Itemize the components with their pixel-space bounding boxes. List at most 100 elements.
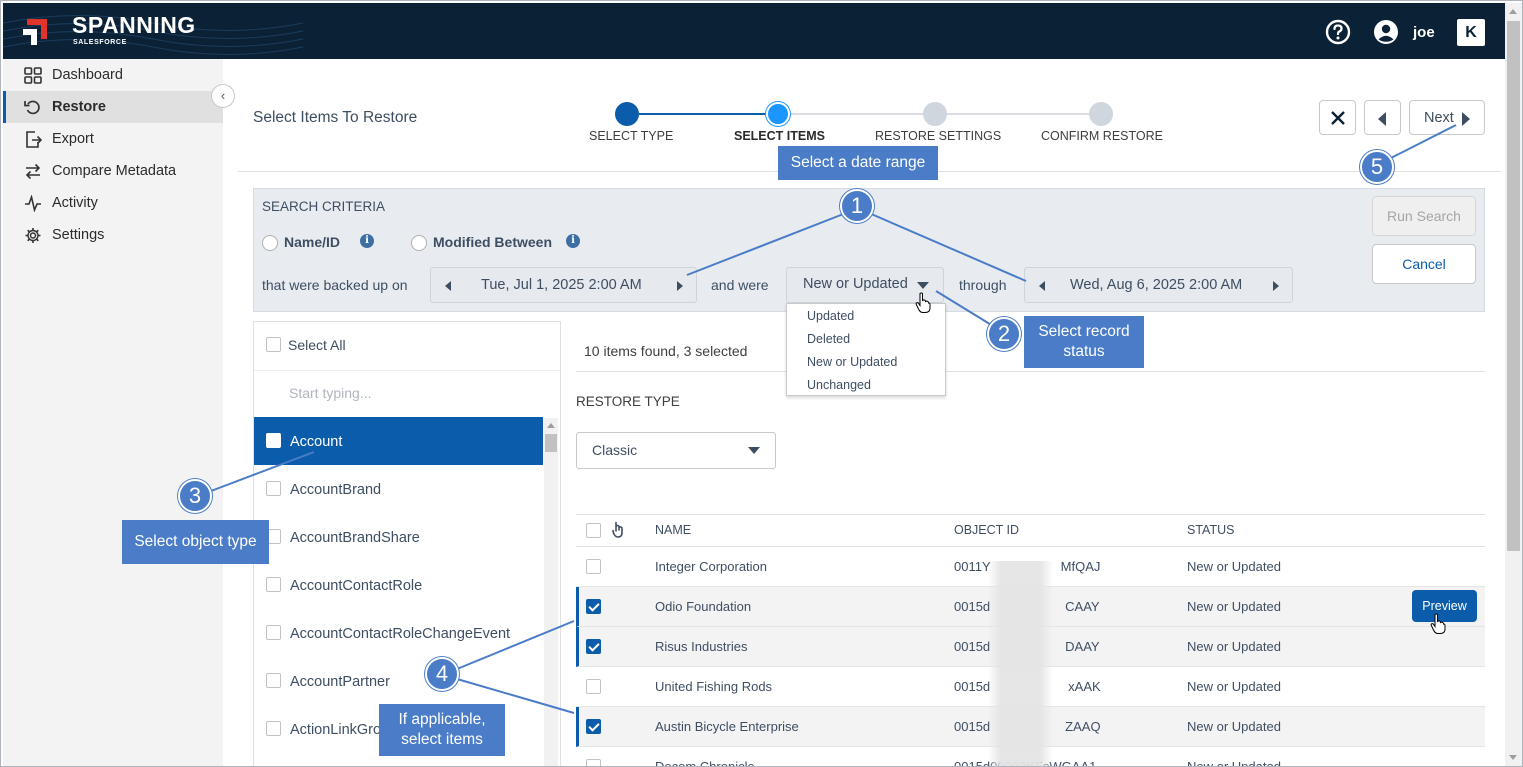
row-checkbox[interactable] [586, 639, 601, 654]
row-checkbox[interactable] [586, 599, 601, 614]
user-avatar-icon[interactable] [1374, 20, 1398, 44]
backup-date-picker[interactable]: Tue, Jul 1, 2025 2:00 AM [430, 267, 697, 303]
row-name: Odio Foundation [655, 599, 752, 614]
object-checkbox[interactable] [266, 625, 281, 640]
chevron-right-icon [1462, 112, 1470, 126]
object-label: AccountBrand [290, 482, 382, 498]
sidebar-item-settings[interactable]: Settings [3, 219, 223, 251]
object-label: ActionLinkGro [290, 722, 382, 738]
next-button[interactable]: Next [1409, 100, 1485, 135]
scroll-up-arrow-icon[interactable] [1509, 9, 1517, 14]
backed-up-label: that were backed up on [262, 277, 408, 293]
select-all-label: Select All [288, 337, 346, 353]
object-item[interactable]: AccountPartner [254, 657, 543, 705]
row-name: Decem Chronicle [655, 759, 755, 767]
export-icon [26, 131, 42, 148]
help-icon[interactable] [1325, 19, 1351, 45]
status-option-deleted[interactable]: Deleted [807, 332, 850, 346]
callout-object-type: Select object type [122, 520, 269, 564]
prev-date-icon[interactable] [445, 281, 451, 291]
restore-type-label: RESTORE TYPE [576, 394, 680, 409]
sidebar-item-label: Activity [52, 195, 98, 211]
modified-between-radio[interactable] [411, 235, 427, 251]
object-checkbox[interactable] [266, 577, 281, 592]
object-checkbox[interactable] [266, 481, 281, 496]
row-name: United Fishing Rods [655, 679, 773, 694]
scrollbar-thumb[interactable] [1507, 21, 1520, 551]
object-label: AccountBrandShare [290, 530, 420, 546]
object-list-scrollbar[interactable] [544, 418, 558, 766]
run-search-button[interactable]: Run Search [1372, 196, 1476, 236]
row-checkbox[interactable] [586, 759, 601, 766]
backup-date-value: Tue, Jul 1, 2025 2:00 AM [481, 277, 642, 293]
scroll-up-arrow-icon[interactable] [547, 423, 555, 428]
column-header-object-id[interactable]: OBJECT ID [954, 523, 1019, 537]
object-item-account[interactable]: Account [254, 417, 543, 465]
caret-down-icon [748, 447, 760, 454]
object-checkbox[interactable] [266, 721, 281, 736]
touch-icon [612, 521, 623, 538]
close-button[interactable] [1319, 100, 1356, 135]
status-option-unchanged[interactable]: Unchanged [807, 378, 871, 392]
row-name: Integer Corporation [655, 559, 768, 574]
pulse-icon [25, 195, 41, 212]
object-item[interactable]: AccountContactRole [254, 561, 543, 609]
step-badge-3: 3 [178, 479, 212, 513]
step-dot-complete [615, 102, 639, 126]
name-id-radio[interactable] [262, 235, 278, 251]
row-name: Risus Industries [655, 639, 748, 654]
cancel-button[interactable]: Cancel [1372, 244, 1476, 284]
back-button[interactable] [1364, 100, 1401, 135]
sidebar-item-export[interactable]: Export [3, 123, 223, 155]
grid-icon [24, 67, 42, 84]
select-all-checkbox[interactable] [266, 337, 281, 352]
object-checkbox[interactable] [266, 433, 281, 448]
step-label-select-items: SELECT ITEMS [734, 129, 825, 143]
object-item[interactable]: AccountBrand [254, 465, 543, 513]
end-date-picker[interactable]: Wed, Aug 6, 2025 2:00 AM [1024, 267, 1293, 303]
page-scrollbar[interactable] [1505, 3, 1522, 766]
sidebar-item-activity[interactable]: Activity [3, 187, 223, 219]
next-date-icon[interactable] [677, 281, 683, 291]
sidebar: Dashboard Restore Export Compare Metadat… [3, 59, 223, 766]
row-checkbox[interactable] [586, 679, 601, 694]
scrollbar-thumb[interactable] [545, 434, 557, 452]
row-name: Austin Bicycle Enterprise [655, 719, 799, 734]
spanning-logo-icon[interactable] [21, 17, 49, 47]
compare-arrows-icon [25, 163, 41, 180]
info-icon[interactable]: i [360, 234, 374, 248]
info-icon[interactable]: i [566, 234, 580, 248]
object-item[interactable]: AccountContactRoleChangeEvent [254, 609, 543, 657]
object-item[interactable]: AccountBrandShare [254, 513, 543, 561]
object-checkbox[interactable] [266, 673, 281, 688]
divider [576, 371, 1485, 372]
object-search-input[interactable]: Start typing... [289, 385, 371, 401]
row-checkbox[interactable] [586, 719, 601, 734]
sidebar-item-compare-metadata[interactable]: Compare Metadata [3, 155, 223, 187]
status-option-updated[interactable]: Updated [807, 309, 854, 323]
page-title: Select Items To Restore [253, 109, 418, 126]
scroll-down-arrow-icon[interactable] [1509, 755, 1517, 760]
search-criteria-title: SEARCH CRITERIA [262, 199, 386, 214]
sidebar-item-dashboard[interactable]: Dashboard [3, 59, 223, 91]
divider [254, 370, 560, 371]
row-checkbox[interactable] [586, 559, 601, 574]
sidebar-item-label: Settings [52, 227, 105, 243]
prev-date-icon[interactable] [1039, 281, 1045, 291]
sidebar-item-label: Export [52, 131, 94, 147]
vendor-logo[interactable]: K [1457, 19, 1485, 46]
app-window: SPANNING SALESFORCE joe K Dashboard Rest… [0, 0, 1523, 767]
restore-type-select[interactable]: Classic [576, 432, 776, 469]
status-option-new-or-updated[interactable]: New or Updated [807, 355, 897, 369]
and-were-label: and were [711, 277, 769, 293]
row-status: New or Updated [1187, 679, 1281, 694]
row-status: New or Updated [1187, 759, 1281, 767]
column-header-name[interactable]: NAME [655, 523, 691, 537]
username[interactable]: joe [1413, 24, 1435, 41]
collapse-sidebar-button[interactable]: ‹ [211, 84, 235, 108]
column-header-status[interactable]: STATUS [1187, 523, 1234, 537]
step-dot-pending [1089, 102, 1113, 126]
next-date-icon[interactable] [1273, 281, 1279, 291]
sidebar-item-restore[interactable]: Restore [3, 91, 223, 123]
select-all-rows-checkbox[interactable] [586, 523, 601, 538]
